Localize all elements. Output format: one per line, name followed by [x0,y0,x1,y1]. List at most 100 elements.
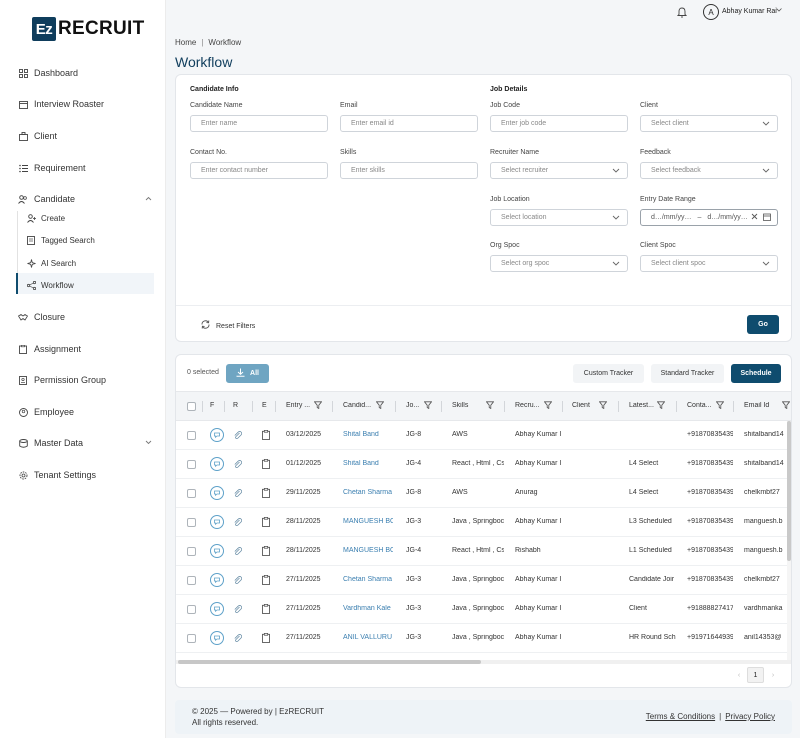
sidebar-item-client[interactable]: Client [18,129,152,143]
sidebar-sub-workflow[interactable]: Workflow [26,278,74,292]
filter-icon[interactable] [423,401,433,411]
row-checkbox[interactable] [187,634,196,643]
feedback-select[interactable]: Select feedback [640,162,778,179]
clear-icon[interactable] [751,213,758,222]
paperclip-icon[interactable] [233,633,243,643]
cell-candidate[interactable]: MANGUESH BO [343,547,393,554]
paperclip-icon[interactable] [233,604,243,614]
sidebar-item-closure[interactable]: Closure [18,310,152,324]
cell-candidate[interactable]: Shital Band [343,431,393,438]
standard-tracker-button[interactable]: Standard Tracker [651,364,724,383]
row-checkbox[interactable] [187,576,196,585]
download-all-button[interactable]: All [226,364,269,383]
row-checkbox[interactable] [187,518,196,527]
sidebar-item-permission-group[interactable]: Permission Group [18,373,152,387]
cell-candidate[interactable]: Shital Band [343,460,393,467]
row-checkbox[interactable] [187,547,196,556]
app-logo[interactable]: Ez RECRUIT [32,17,145,41]
table-row[interactable]: 01/12/2025 Shital Band JG-4 React , Html , … [176,450,791,479]
feedback-chat-icon[interactable] [210,515,224,529]
filter-icon[interactable] [715,401,725,411]
breadcrumb-home[interactable]: Home [175,38,196,47]
vertical-scrollbar[interactable] [787,421,791,661]
scroll-thumb[interactable] [178,660,481,664]
custom-tracker-button[interactable]: Custom Tracker [573,364,644,383]
feedback-chat-icon[interactable] [210,602,224,616]
paperclip-icon[interactable] [233,517,243,527]
column-header-e[interactable]: E [262,402,268,409]
sidebar-sub-tagged-search[interactable]: Tagged Search [26,233,95,247]
chevron-down-icon[interactable] [776,7,782,14]
clipboard-icon[interactable] [262,517,270,527]
sidebar-item-dashboard[interactable]: Dashboard [18,66,152,80]
clipboard-icon[interactable] [262,430,270,440]
entry-date-range[interactable]: d…/mm/yy… – d…/mm/yy… [640,209,778,226]
column-header-recruiter[interactable]: Recru... [515,402,543,409]
cell-candidate[interactable]: Chetan Sharma [343,576,393,583]
prev-page-button[interactable]: ‹ [734,667,744,683]
paperclip-icon[interactable] [233,488,243,498]
client-spoc-select[interactable]: Select client spoc [640,255,778,272]
row-checkbox[interactable] [187,431,196,440]
schedule-button[interactable]: Schedule [731,364,781,383]
avatar[interactable]: A [703,4,719,20]
clipboard-icon[interactable] [262,633,270,643]
cell-candidate[interactable]: MANGUESH BO [343,518,393,525]
clipboard-icon[interactable] [262,575,270,585]
table-row[interactable]: 27/11/2025 Vardhman Kale JG-3 Java , Spring… [176,595,791,624]
column-header-candidate[interactable]: Candid... [343,402,374,409]
org-spoc-select[interactable]: Select org spoc [490,255,628,272]
cell-candidate[interactable]: Vardhman Kale [343,605,393,612]
clipboard-icon[interactable] [262,546,270,556]
feedback-chat-icon[interactable] [210,573,224,587]
email-input[interactable]: Enter email id [340,115,478,132]
filter-icon[interactable] [485,401,495,411]
horizontal-scrollbar[interactable] [176,660,791,664]
column-header-email[interactable]: Email Id [744,402,774,409]
feedback-chat-icon[interactable] [210,631,224,645]
job-code-input[interactable]: Enter job code [490,115,628,132]
reset-filters-button[interactable]: Reset Filters [200,319,255,333]
filter-icon[interactable] [543,401,553,411]
terms-link[interactable]: Terms & Conditions [646,712,715,721]
table-row[interactable]: 29/11/2025 Chetan Sharma JG-8 AWS Anurag L4 S… [176,479,791,508]
sidebar-item-candidate[interactable]: Candidate [18,192,152,206]
go-button[interactable]: Go [747,315,779,334]
table-row[interactable]: 28/11/2025 MANGUESH BO JG-3 Java , Springbo… [176,508,791,537]
row-checkbox[interactable] [187,489,196,498]
sidebar-item-requirement[interactable]: Requirement [18,161,152,175]
column-header-job[interactable]: Jo... [406,402,422,409]
scroll-thumb[interactable] [787,421,791,561]
paperclip-icon[interactable] [233,546,243,556]
paperclip-icon[interactable] [233,459,243,469]
clipboard-icon[interactable] [262,488,270,498]
date-to[interactable]: d…/mm/yy… [707,214,747,221]
sidebar-sub-ai-search[interactable]: AI Search [26,256,76,270]
column-header-latest[interactable]: Latest... [629,402,657,409]
sidebar-item-master-data[interactable]: Master Data [18,436,152,450]
skills-input[interactable]: Enter skills [340,162,478,179]
bell-icon[interactable] [676,6,688,18]
filter-icon[interactable] [781,401,791,411]
next-page-button[interactable]: › [768,667,778,683]
filter-icon[interactable] [375,401,385,411]
feedback-chat-icon[interactable] [210,428,224,442]
calendar-icon[interactable] [763,213,771,223]
contact-input[interactable]: Enter contact number [190,162,328,179]
column-header-skills[interactable]: Skills [452,402,482,409]
job-location-select[interactable]: Select location [490,209,628,226]
table-row[interactable]: 27/11/2025 ANIL VALLURU JG-3 Java , Springb… [176,624,791,653]
sidebar-item-tenant-settings[interactable]: Tenant Settings [18,468,152,482]
table-row[interactable]: 28/11/2025 MANGUESH BO JG-4 React , Html , … [176,537,791,566]
column-header-entry[interactable]: Entry ... [286,402,314,409]
select-all-checkbox[interactable] [187,402,196,411]
column-header-f[interactable]: F [210,402,216,409]
candidate-name-input[interactable]: Enter name [190,115,328,132]
sidebar-item-assignment[interactable]: Assignment [18,342,152,356]
table-row[interactable]: 27/11/2025 Chetan Sharma JG-3 Java , Spring… [176,566,791,595]
filter-icon[interactable] [656,401,666,411]
user-name[interactable]: Abhay Kumar Rai [722,8,777,15]
column-header-r[interactable]: R [233,402,241,409]
page-number-button[interactable]: 1 [747,667,764,683]
feedback-chat-icon[interactable] [210,457,224,471]
